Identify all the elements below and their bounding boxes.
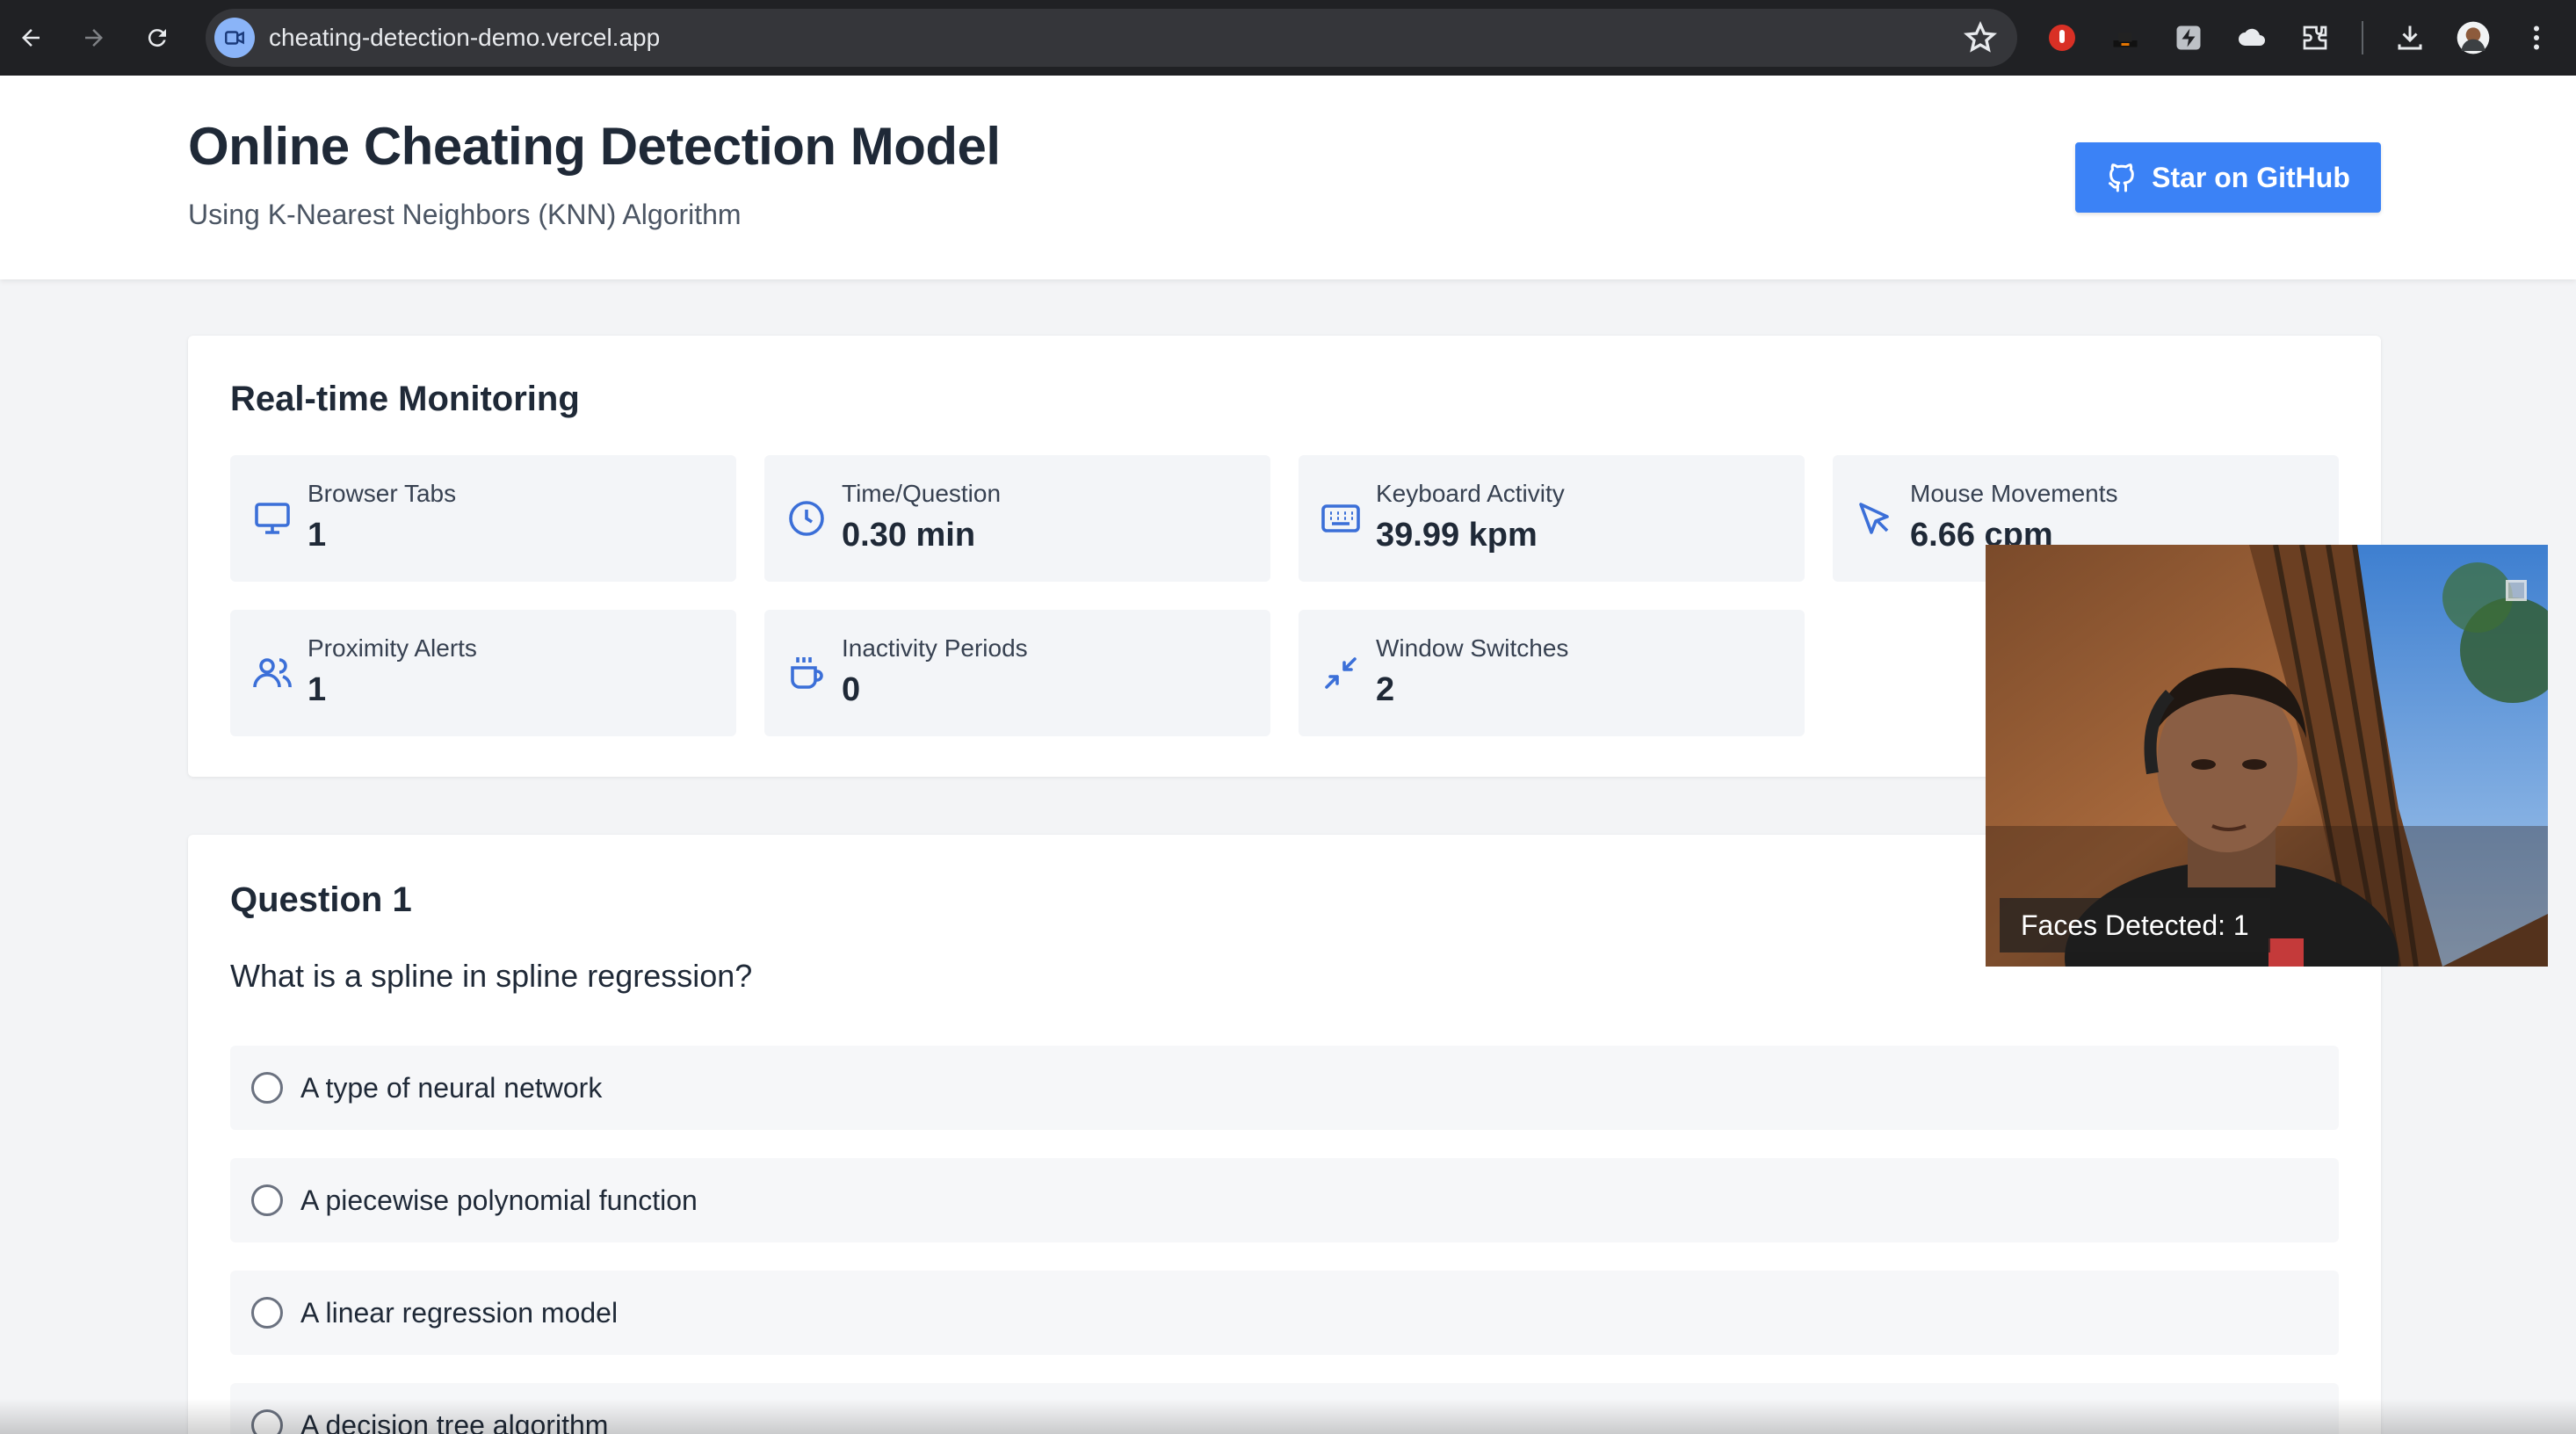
minimize-icon bbox=[1325, 657, 1357, 689]
stat-label: Time/Question bbox=[842, 480, 1002, 507]
answer-option[interactable]: A piecewise polynomial function bbox=[230, 1158, 2339, 1242]
download-icon[interactable] bbox=[2388, 16, 2432, 60]
stat-value: 0.30 min bbox=[842, 517, 976, 554]
page-title: Online Cheating Detection Model bbox=[188, 117, 1001, 176]
reload-button[interactable] bbox=[135, 16, 179, 60]
answer-option[interactable]: A linear regression model bbox=[230, 1271, 2339, 1355]
stat-label: Inactivity Periods bbox=[842, 634, 1028, 662]
profile-avatar[interactable] bbox=[2451, 16, 2495, 60]
star-github-button[interactable]: Star on GitHub bbox=[2075, 142, 2381, 213]
option-label: A linear regression model bbox=[300, 1297, 619, 1329]
stat-label: Keyboard Activity bbox=[1376, 480, 1565, 507]
toolbar-divider bbox=[2362, 21, 2363, 54]
stat-label: Browser Tabs bbox=[308, 480, 457, 507]
github-icon bbox=[2109, 163, 2134, 192]
radio-button[interactable] bbox=[251, 1297, 283, 1329]
url-text: cheating-detection-demo.vercel.app bbox=[269, 24, 661, 51]
coffee-icon bbox=[791, 657, 823, 689]
question-text: What is a spline in spline regression? bbox=[230, 958, 753, 994]
cursor-icon bbox=[1859, 503, 1889, 534]
stat-inactivity-periods: Inactivity Periods 0 bbox=[764, 610, 1270, 736]
radio-button[interactable] bbox=[251, 1184, 283, 1216]
stat-proximity-alerts: Proximity Alerts 1 bbox=[230, 610, 736, 736]
menu-kebab-icon[interactable] bbox=[2514, 16, 2558, 60]
stat-label: Window Switches bbox=[1376, 634, 1569, 662]
bookmark-star-icon[interactable] bbox=[1963, 20, 1998, 55]
stat-label: Mouse Movements bbox=[1910, 480, 2118, 507]
bottom-shadow bbox=[0, 1399, 2576, 1434]
forward-button[interactable] bbox=[72, 16, 116, 60]
users-icon bbox=[253, 658, 292, 688]
arrow-right-icon bbox=[85, 29, 103, 47]
stat-value: 0 bbox=[842, 671, 861, 708]
stat-time-per-question: Time/Question 0.30 min bbox=[764, 455, 1270, 582]
address-bar[interactable]: cheating-detection-demo.vercel.app bbox=[206, 9, 2017, 67]
stat-value: 39.99 kpm bbox=[1376, 517, 1538, 554]
faces-detected-label: Faces Detected: 1 bbox=[2000, 898, 2270, 952]
back-button[interactable] bbox=[9, 16, 53, 60]
extension-hat-icon[interactable] bbox=[2103, 16, 2147, 60]
stat-keyboard-activity: Keyboard Activity 39.99 kpm bbox=[1299, 455, 1805, 582]
site-info-icon[interactable] bbox=[214, 18, 255, 58]
page-subtitle: Using K-Nearest Neighbors (KNN) Algorith… bbox=[188, 199, 742, 230]
stat-value: 1 bbox=[308, 517, 327, 554]
monitoring-title: Real-time Monitoring bbox=[230, 380, 580, 418]
option-label: A piecewise polynomial function bbox=[300, 1184, 698, 1216]
option-label: A type of neural network bbox=[300, 1072, 603, 1104]
arrow-left-icon bbox=[22, 29, 40, 47]
radio-button[interactable] bbox=[251, 1072, 283, 1104]
webcam-feed[interactable]: Faces Detected: 1 bbox=[1986, 545, 2548, 967]
stat-browser-tabs: Browser Tabs 1 bbox=[230, 455, 736, 582]
stat-window-switches: Window Switches 2 bbox=[1299, 610, 1805, 736]
extensions-puzzle-icon[interactable] bbox=[2293, 16, 2337, 60]
reload-icon bbox=[148, 29, 166, 47]
monitor-icon bbox=[255, 503, 290, 534]
stat-value: 2 bbox=[1376, 671, 1395, 708]
question-title: Question 1 bbox=[230, 880, 412, 919]
page-header: Online Cheating Detection Model Using K-… bbox=[0, 76, 2576, 279]
browser-toolbar: cheating-detection-demo.vercel.app bbox=[0, 0, 2576, 76]
keyboard-icon bbox=[1321, 504, 1360, 532]
stat-label: Proximity Alerts bbox=[308, 634, 477, 662]
webcam-window-button[interactable] bbox=[2506, 580, 2527, 601]
extension-bolt-icon[interactable] bbox=[2167, 16, 2211, 60]
extension-shield-icon[interactable] bbox=[2040, 16, 2084, 60]
stat-value: 1 bbox=[308, 671, 327, 708]
extension-cloud-icon[interactable] bbox=[2230, 16, 2274, 60]
github-button-label: Star on GitHub bbox=[2152, 161, 2350, 193]
answer-option[interactable]: A type of neural network bbox=[230, 1046, 2339, 1130]
clock-icon bbox=[789, 501, 824, 536]
